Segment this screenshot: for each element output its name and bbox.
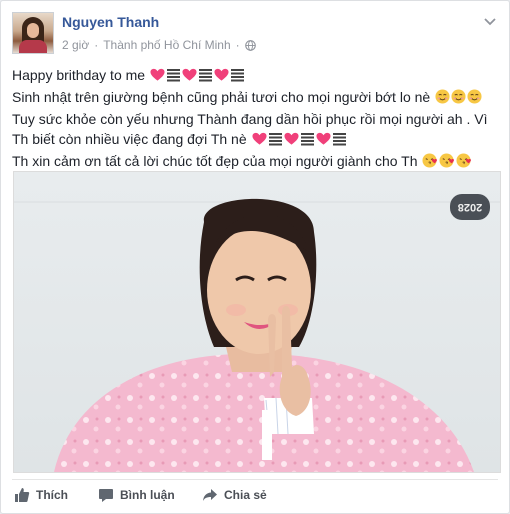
post-location[interactable]: Thành phố Hồ Chí Minh bbox=[103, 38, 230, 52]
heart-emoji-icon bbox=[150, 67, 165, 87]
smile-emoji-icon bbox=[451, 89, 466, 109]
heart-emoji-icon bbox=[252, 131, 267, 151]
post-text: Happy brithday to me Sinh nhật trên giườ… bbox=[12, 65, 502, 173]
share-label: Chia sẻ bbox=[224, 488, 267, 502]
post-actions: Thích Bình luận Chia sẻ bbox=[12, 479, 498, 514]
like-label: Thích bbox=[36, 488, 68, 502]
bars-emoji-icon bbox=[198, 67, 213, 87]
heart-emoji-icon bbox=[316, 131, 331, 151]
heart-emoji-icon bbox=[182, 67, 197, 87]
share-icon bbox=[203, 489, 217, 501]
post-photo[interactable]: 2028 bbox=[13, 171, 501, 473]
share-button[interactable]: Chia sẻ bbox=[202, 487, 267, 503]
post-card: Nguyen Thanh 2 giờ · Thành phố Hồ Chí Mi… bbox=[0, 0, 510, 514]
kiss-emoji-icon bbox=[439, 153, 455, 173]
globe-icon[interactable] bbox=[244, 39, 256, 51]
smile-emoji-icon bbox=[467, 89, 482, 109]
post-line: Sinh nhật trên giường bệnh cũng phải tươ… bbox=[12, 87, 502, 109]
smile-emoji-icon bbox=[435, 89, 450, 109]
comment-button[interactable]: Bình luận bbox=[98, 487, 175, 503]
bars-emoji-icon bbox=[300, 131, 315, 151]
meta-separator: · bbox=[94, 38, 99, 52]
heart-emoji-icon bbox=[214, 67, 229, 87]
meta-separator: · bbox=[235, 38, 240, 52]
bars-emoji-icon bbox=[166, 67, 181, 87]
post-line: Th biết còn nhiều việc đang đợi Th nè bbox=[12, 129, 502, 151]
heart-emoji-icon bbox=[284, 131, 299, 151]
post-meta: 2 giờ · Thành phố Hồ Chí Minh · bbox=[62, 38, 256, 52]
kiss-emoji-icon bbox=[422, 153, 438, 173]
bars-emoji-icon bbox=[230, 67, 245, 87]
photo-sign-text: 2028 bbox=[458, 201, 482, 213]
post-line: Tuy sức khỏe còn yếu nhưng Thành đang dầ… bbox=[12, 111, 488, 127]
chevron-down-icon[interactable] bbox=[483, 14, 497, 28]
thumbs-up-icon bbox=[15, 488, 30, 502]
photo-illustration: 2028 bbox=[14, 172, 500, 472]
post-line: Happy brithday to me bbox=[12, 65, 502, 87]
bars-emoji-icon bbox=[268, 131, 283, 151]
post-header: Nguyen Thanh 2 giờ · Thành phố Hồ Chí Mi… bbox=[12, 12, 499, 56]
author-name[interactable]: Nguyen Thanh bbox=[62, 14, 159, 30]
author-avatar[interactable] bbox=[12, 12, 54, 54]
post-line: Th xin cảm ơn tất cả lời chúc tốt đẹp củ… bbox=[12, 151, 502, 173]
comment-label: Bình luận bbox=[120, 488, 175, 502]
kiss-emoji-icon bbox=[456, 153, 472, 173]
like-button[interactable]: Thích bbox=[14, 487, 68, 503]
bars-emoji-icon bbox=[332, 131, 347, 151]
comment-icon bbox=[99, 489, 113, 502]
post-time[interactable]: 2 giờ bbox=[62, 38, 89, 52]
